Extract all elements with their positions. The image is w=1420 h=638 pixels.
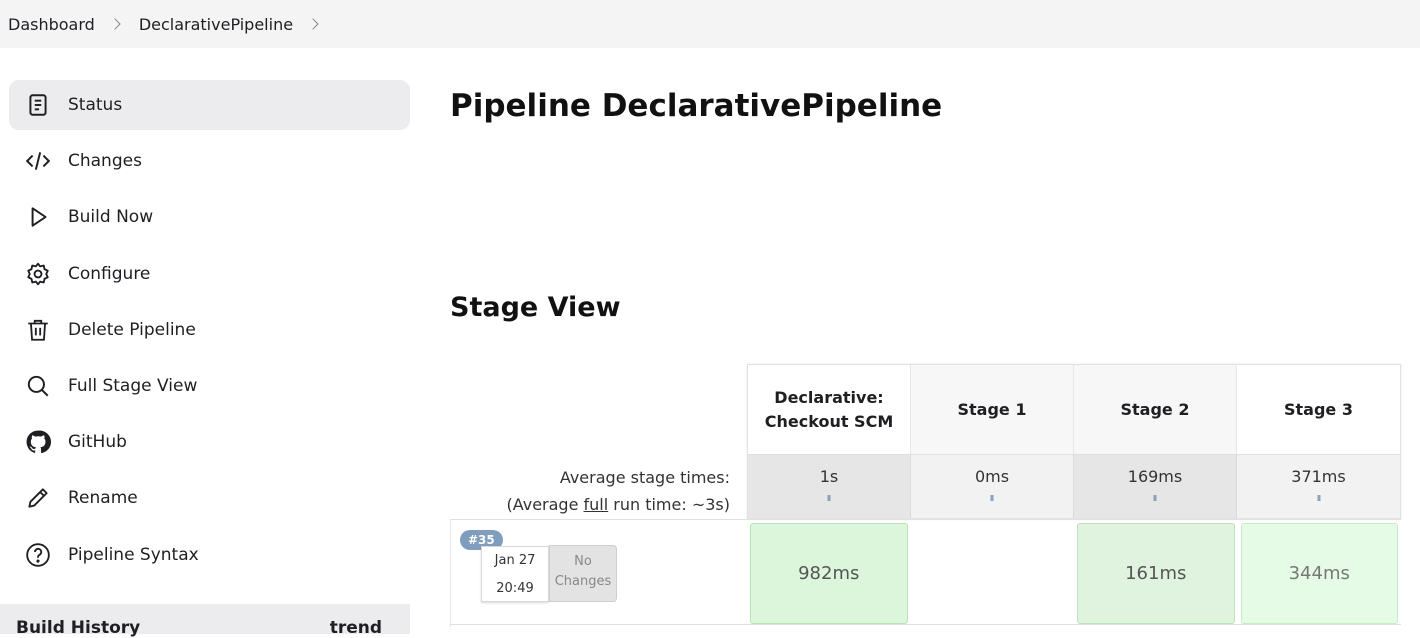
avg-run-prefix: (Average xyxy=(506,495,584,514)
sidebar-item-label: Changes xyxy=(68,151,142,172)
build-history-header[interactable]: Build History trend xyxy=(0,604,410,638)
changes-line-1: No xyxy=(574,554,592,569)
build-run-info: #35 Jan 27 20:49 No Changes xyxy=(450,519,747,627)
next-row-divider xyxy=(450,624,1401,628)
stage-duration-stage-2: 161ms xyxy=(1077,523,1235,624)
stage-header-stage-1: Stage 1 xyxy=(911,365,1074,454)
average-times-row: 1s 0ms 169ms 371ms xyxy=(748,454,1400,518)
average-stage-times-label: Average stage times: (Average full run t… xyxy=(506,464,730,518)
average-stage-times-text: Average stage times: xyxy=(559,468,730,487)
avg-time-value: 1s xyxy=(819,467,839,486)
sidebar-item-label: Build Now xyxy=(68,207,154,228)
stage-header-row: Declarative: Checkout SCM Stage 1 Stage … xyxy=(748,365,1400,454)
build-changes-card[interactable]: No Changes xyxy=(549,545,617,602)
stage-duration-stage-1 xyxy=(913,523,1071,624)
trash-icon xyxy=(25,317,51,343)
sidebar-item-changes[interactable]: Changes xyxy=(9,136,410,186)
github-icon xyxy=(25,429,51,455)
avg-time-cell: 1s xyxy=(748,455,911,518)
code-icon xyxy=(25,148,51,174)
stage-result-cell[interactable]: 982ms xyxy=(747,520,911,627)
chevron-right-icon[interactable] xyxy=(307,18,319,30)
average-run-time-text: (Average full run time: ~3s) xyxy=(506,491,730,518)
sidebar-item-label: Delete Pipeline xyxy=(68,319,196,340)
stage-header-stage-3: Stage 3 xyxy=(1284,399,1353,419)
stage-view-table: Declarative: Checkout SCM Stage 1 Stage … xyxy=(747,364,1401,519)
page-title: Pipeline DeclarativePipeline xyxy=(450,88,943,124)
help-icon xyxy=(25,542,51,568)
stage-duration-stage-3: 344ms xyxy=(1240,523,1398,624)
trend-dropdown[interactable]: trend xyxy=(330,618,382,638)
sidebar-item-full-stage-view[interactable]: Full Stage View xyxy=(9,361,410,411)
avg-time-cell: 169ms xyxy=(1074,455,1237,518)
build-history-label: Build History xyxy=(16,618,141,638)
stage-header-stage-2: Stage 2 xyxy=(1074,365,1237,454)
stage-header-checkout-scm: Declarative: Checkout SCM xyxy=(748,365,911,454)
build-date: Jan 27 xyxy=(494,553,536,568)
changes-line-2: Changes xyxy=(554,574,612,589)
sidebar-item-label: Full Stage View xyxy=(68,375,198,396)
build-run-row: 982ms 161ms 344ms xyxy=(747,519,1401,627)
sidebar-item-rename[interactable]: Rename xyxy=(9,473,410,523)
gear-icon xyxy=(25,261,51,287)
play-icon xyxy=(25,204,51,230)
build-time: 20:49 xyxy=(496,581,534,596)
stage-view-title: Stage View xyxy=(450,292,621,323)
sidebar: Status Changes Build Now Configure Delet… xyxy=(9,80,410,586)
avg-run-suffix: run time: ~3s) xyxy=(608,495,730,514)
stage-result-cell[interactable] xyxy=(911,520,1075,627)
stage-duration-checkout-scm: 982ms xyxy=(750,523,908,624)
stage-result-cell[interactable]: 344ms xyxy=(1238,520,1402,627)
stage-result-cell[interactable]: 161ms xyxy=(1074,520,1238,627)
sidebar-item-label: Pipeline Syntax xyxy=(68,544,199,565)
sidebar-item-label: Status xyxy=(68,95,123,115)
breadcrumb-pipeline[interactable]: DeclarativePipeline xyxy=(139,15,293,34)
sidebar-item-pipeline-syntax[interactable]: Pipeline Syntax xyxy=(9,530,410,580)
sidebar-item-build-now[interactable]: Build Now xyxy=(9,192,410,242)
avg-time-bar xyxy=(990,495,994,501)
avg-time-value: 371ms xyxy=(1291,467,1346,486)
full-run-link[interactable]: full xyxy=(584,495,609,514)
avg-time-bar xyxy=(827,495,831,501)
pencil-icon xyxy=(25,485,51,511)
build-date-card: Jan 27 20:49 xyxy=(481,546,549,602)
sidebar-item-status[interactable]: Status xyxy=(9,80,410,130)
status-icon xyxy=(25,92,51,118)
breadcrumb-dashboard[interactable]: Dashboard xyxy=(8,15,95,34)
avg-time-value: 0ms xyxy=(974,467,1010,486)
sidebar-item-github[interactable]: GitHub xyxy=(9,417,410,467)
avg-time-cell: 371ms xyxy=(1237,455,1400,518)
chevron-right-icon[interactable] xyxy=(109,18,121,30)
avg-time-bar xyxy=(1317,495,1320,501)
breadcrumb: Dashboard DeclarativePipeline xyxy=(0,0,1420,48)
sidebar-item-delete-pipeline[interactable]: Delete Pipeline xyxy=(9,305,410,355)
sidebar-item-label: Rename xyxy=(68,488,138,509)
search-icon xyxy=(25,373,51,399)
sidebar-item-configure[interactable]: Configure xyxy=(9,249,410,299)
sidebar-item-label: Configure xyxy=(68,263,151,284)
avg-time-value: 169ms xyxy=(1127,467,1183,486)
avg-time-cell: 0ms xyxy=(911,455,1074,518)
avg-time-bar xyxy=(1153,495,1157,501)
sidebar-item-label: GitHub xyxy=(68,432,127,453)
